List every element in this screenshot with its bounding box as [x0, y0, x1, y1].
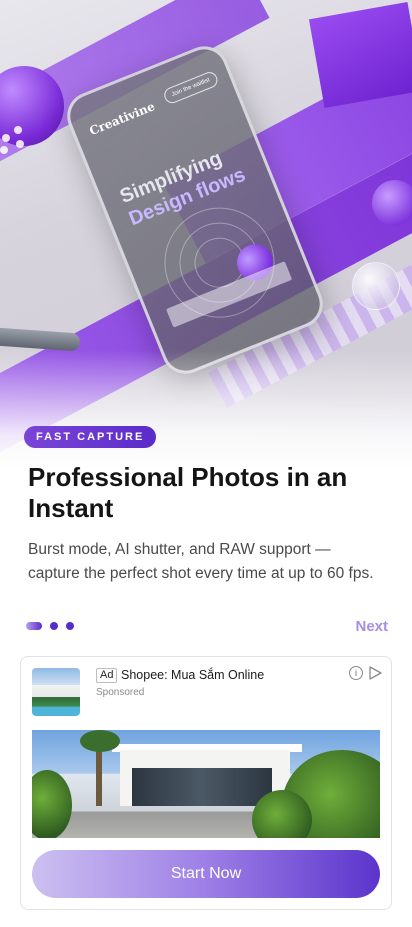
ad-label: Ad — [96, 668, 118, 683]
purple-sphere — [372, 180, 412, 226]
hero-rod — [0, 326, 81, 352]
page-dot[interactable] — [50, 622, 58, 630]
phone-brand-logo: Creativine — [87, 99, 157, 139]
page-dot-active[interactable] — [26, 622, 42, 630]
ad-sponsored-label: Sponsored — [96, 687, 145, 698]
hero-fade — [0, 350, 412, 470]
page-title: Professional Photos in an Instant — [28, 462, 348, 523]
phone-waitlist-pill: Join the waitlist — [161, 69, 220, 106]
page-description: Burst mode, AI shutter, and RAW support … — [28, 541, 374, 582]
glass-sphere — [352, 262, 400, 310]
ad-thumbnail[interactable] — [32, 668, 80, 716]
feature-badge: FAST CAPTURE — [24, 426, 157, 448]
adchoices-icon[interactable] — [367, 665, 383, 681]
page-indicator — [26, 622, 74, 630]
page-dot[interactable] — [66, 622, 74, 630]
hero-block — [308, 2, 412, 108]
ad-advertiser-name[interactable]: Shopee: Mua Sắm Online — [121, 668, 264, 683]
hero-image: Creativine Join the waitlist Simplifying… — [0, 0, 412, 470]
ad-image[interactable] — [32, 730, 380, 838]
next-button[interactable]: Next — [355, 618, 388, 635]
ad-card[interactable]: Ad Shopee: Mua Sắm Online Sponsored i St… — [20, 656, 392, 910]
start-now-button[interactable]: Start Now — [32, 850, 380, 898]
info-icon[interactable]: i — [349, 666, 363, 680]
